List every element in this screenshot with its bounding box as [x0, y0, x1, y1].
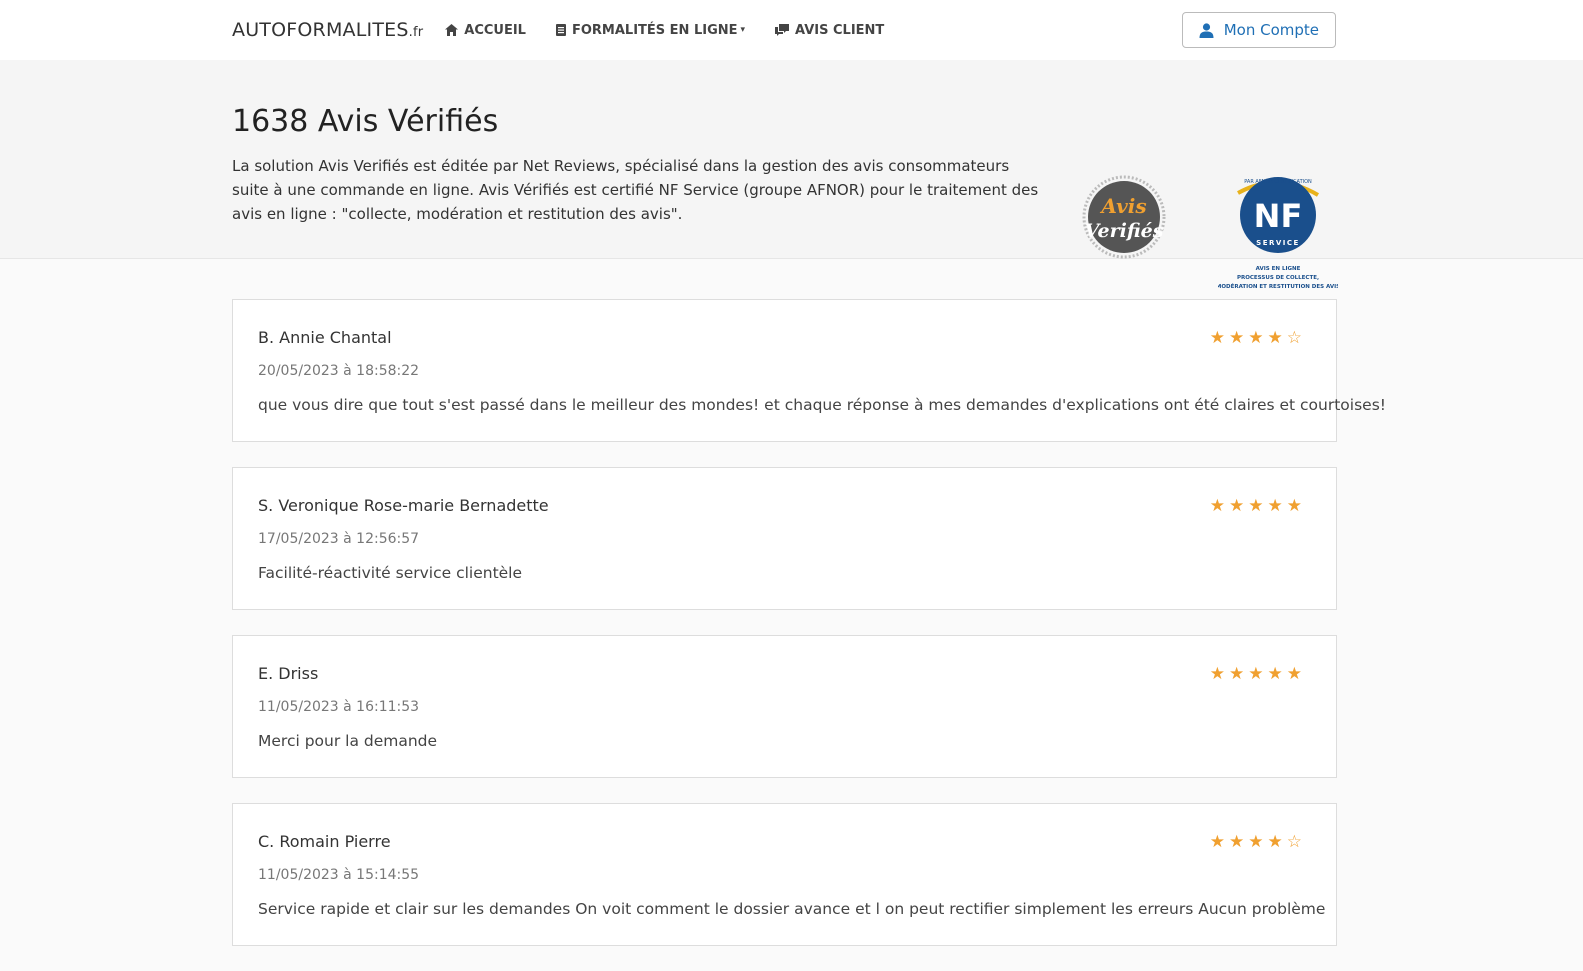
- review-text: Service rapide et clair sur les demandes…: [258, 900, 1326, 918]
- brand-tld: .fr: [408, 25, 424, 40]
- chevron-down-icon: ▾: [740, 25, 746, 35]
- review-author: C. Romain Pierre: [258, 832, 391, 851]
- nav-link-formalites[interactable]: FORMALITÉS EN LIGNE ▾: [555, 22, 746, 38]
- review-stars: ★★★★☆: [1209, 832, 1306, 852]
- review-date: 11/05/2023 à 15:14:55: [258, 867, 420, 883]
- review-stars: ★★★★★: [1209, 496, 1306, 516]
- review-text: Merci pour la demande: [258, 732, 438, 750]
- nav-link-label: AVIS CLIENT: [795, 22, 885, 38]
- hero-section: 1638 Avis Vérifiés La solution Avis Veri…: [0, 60, 1583, 290]
- brand-main: AUTOFORMALITES: [232, 19, 409, 41]
- avis-verifies-logo: Avis Verifiés: [1082, 175, 1166, 259]
- nav-link-label: ACCUEIL: [464, 22, 526, 38]
- top-navbar: AUTOFORMALITES.fr ACCUEIL FORMALITÉS EN …: [0, 0, 1583, 60]
- review-text: Facilité-réactivité service clientèle: [258, 564, 523, 582]
- review-text: que vous dire que tout s'est passé dans …: [258, 396, 1386, 414]
- nav-link-avis-client[interactable]: AVIS CLIENT: [775, 23, 884, 38]
- page-title: 1638 Avis Vérifiés: [232, 104, 499, 139]
- nf-caption-2: PROCESSUS DE COLLECTE,: [1237, 275, 1319, 281]
- review-date: 11/05/2023 à 16:11:53: [258, 699, 420, 715]
- reviews-list: B. Annie Chantal ★★★★☆ 20/05/2023 à 18:5…: [232, 299, 1386, 971]
- review-card: E. Driss ★★★★★ 11/05/2023 à 16:11:53 Mer…: [232, 635, 1337, 778]
- review-author: S. Veronique Rose-marie Bernadette: [258, 496, 549, 515]
- review-card: B. Annie Chantal ★★★★☆ 20/05/2023 à 18:5…: [232, 299, 1386, 442]
- nf-caption-3: MODÉRATION ET RESTITUTION DES AVIS: [1218, 282, 1338, 290]
- nf-caption-1: AVIS EN LIGNE: [1256, 266, 1301, 272]
- review-card: S. Veronique Rose-marie Bernadette ★★★★★…: [232, 467, 1337, 610]
- document-icon: [555, 24, 566, 36]
- user-icon: [1199, 22, 1214, 38]
- review-stars: ★★★★☆: [1209, 328, 1306, 348]
- nf-arc-bottom: SERVICE: [1256, 239, 1300, 247]
- brand-logo[interactable]: AUTOFORMALITES.fr: [232, 19, 423, 41]
- nav-link-label: FORMALITÉS EN LIGNE: [571, 22, 738, 38]
- nf-arc-top: PAR AFNOR CERTIFICATION: [1244, 179, 1312, 185]
- avis-logo-line2: Verifiés: [1085, 220, 1164, 242]
- nf-service-logo: PAR AFNOR CERTIFICATION NF SERVICE AVIS …: [1218, 177, 1338, 290]
- account-button[interactable]: Mon Compte: [1181, 12, 1336, 48]
- review-author: E. Driss: [258, 664, 319, 683]
- review-date: 17/05/2023 à 12:56:57: [258, 531, 420, 547]
- nf-main-text: NF: [1254, 197, 1303, 235]
- review-author: B. Annie Chantal: [258, 328, 392, 347]
- review-stars: ★★★★★: [1209, 664, 1306, 684]
- chat-icon: [775, 24, 790, 36]
- account-button-label: Mon Compte: [1223, 21, 1319, 39]
- review-card: C. Romain Pierre ★★★★☆ 11/05/2023 à 15:1…: [232, 803, 1337, 946]
- review-date: 20/05/2023 à 18:58:22: [258, 363, 420, 379]
- navbar-inner: AUTOFORMALITES.fr ACCUEIL FORMALITÉS EN …: [232, 0, 1336, 60]
- hero-description: La solution Avis Verifiés est éditée par…: [232, 157, 1039, 223]
- avis-logo-line1: Avis: [1099, 194, 1146, 218]
- home-icon: [445, 24, 459, 36]
- nav-link-accueil[interactable]: ACCUEIL: [445, 23, 526, 38]
